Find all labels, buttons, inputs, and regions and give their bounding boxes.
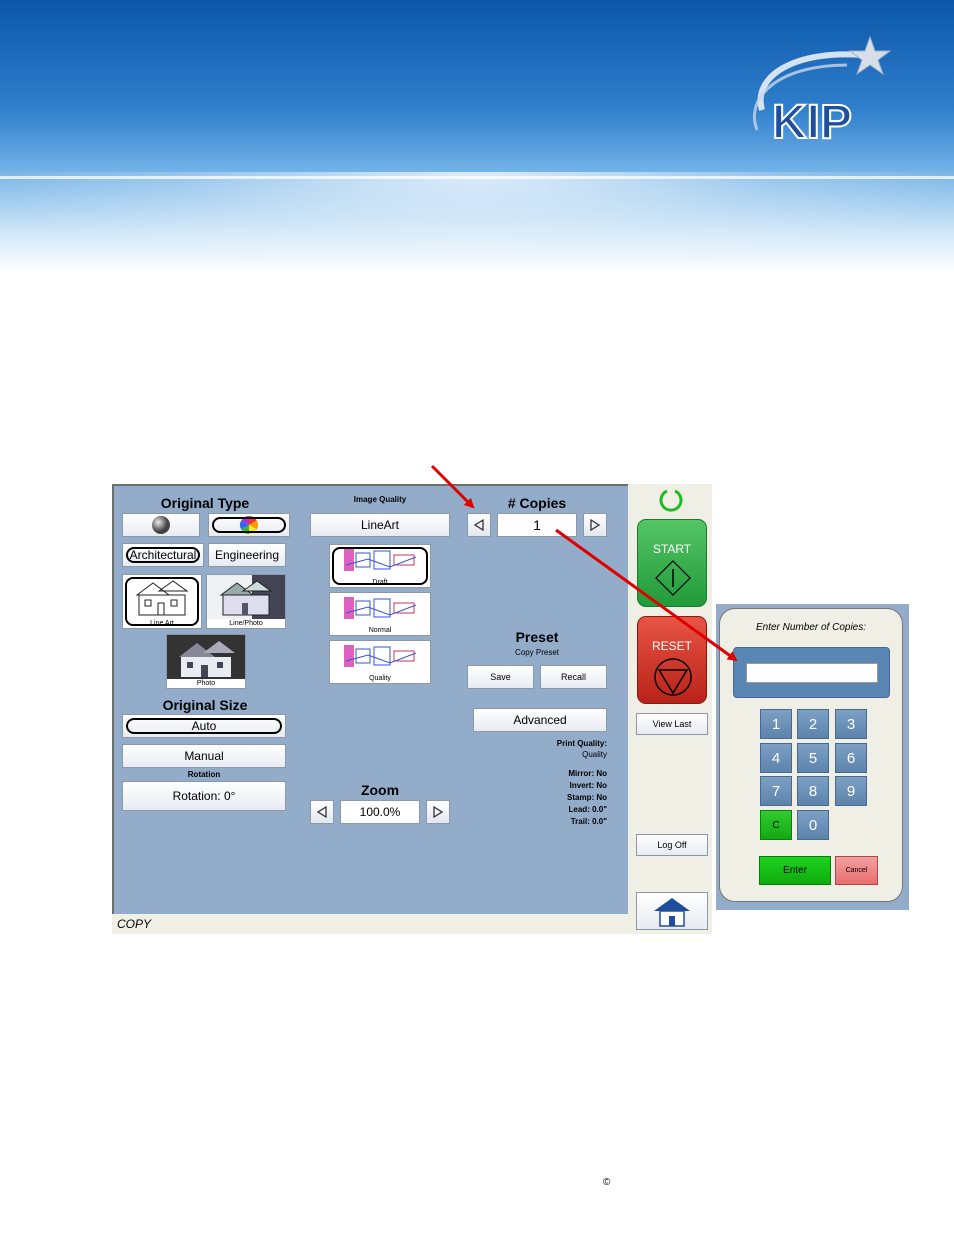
control-column: START RESET View Last Log Off xyxy=(628,484,712,934)
key-7[interactable]: 7 xyxy=(760,776,792,806)
line-art-thumb[interactable]: Line Art xyxy=(122,574,202,629)
numpad-cancel-button[interactable]: Cancel xyxy=(835,856,878,885)
image-quality-mode-button[interactable]: LineArt xyxy=(310,513,450,537)
grayscale-icon xyxy=(152,516,170,534)
log-off-button[interactable]: Log Off xyxy=(636,834,708,856)
copies-heading: # Copies xyxy=(507,495,567,511)
zoom-value[interactable]: 100.0% xyxy=(340,800,420,824)
quality-thumb[interactable]: Quality xyxy=(329,640,431,684)
photo-thumb[interactable]: Photo xyxy=(166,634,246,689)
copy-screen: Original Type Architectural Engineering … xyxy=(112,484,632,920)
print-quality-label: Print Quality: xyxy=(556,739,607,748)
advanced-button[interactable]: Advanced xyxy=(473,708,607,732)
auto-size-button[interactable]: Auto xyxy=(122,714,286,738)
key-9[interactable]: 9 xyxy=(835,776,867,806)
color-button[interactable] xyxy=(208,513,290,537)
home-icon xyxy=(654,898,690,927)
manual-size-button[interactable]: Manual xyxy=(122,744,286,768)
key-3[interactable]: 3 xyxy=(835,709,867,739)
draft-label: Draft xyxy=(372,579,388,586)
line-photo-label: Line/Photo xyxy=(229,620,263,627)
home-button[interactable] xyxy=(636,892,708,930)
normal-label: Normal xyxy=(368,627,392,634)
line-art-label: Line Art xyxy=(150,620,174,627)
copies-value[interactable]: 1 xyxy=(497,513,577,537)
banner-divider xyxy=(0,176,954,179)
settings-summary: Print Quality: Quality Mirror: No Invert… xyxy=(514,739,607,829)
reset-label: RESET xyxy=(651,639,692,653)
original-size-heading: Original Size xyxy=(162,697,248,713)
quality-drawing-icon xyxy=(344,645,417,667)
lead-setting: Lead: 0.0" xyxy=(568,805,607,814)
rotation-caption: Rotation xyxy=(187,770,221,779)
architectural-button[interactable]: Architectural xyxy=(122,543,204,567)
banner-glow xyxy=(0,172,954,272)
arrow-left-icon xyxy=(316,806,327,818)
stamp-setting: Stamp: No xyxy=(567,793,607,802)
invert-setting: Invert: No xyxy=(569,781,607,790)
status-mode-label: COPY xyxy=(117,917,152,931)
ready-indicator-icon xyxy=(659,489,683,512)
original-type-heading: Original Type xyxy=(160,495,250,511)
svg-text:KIP: KIP xyxy=(772,96,852,149)
normal-drawing-icon xyxy=(344,597,417,619)
copies-decrease-button[interactable] xyxy=(467,513,491,537)
arrow-right-icon xyxy=(433,806,444,818)
reset-button[interactable]: RESET xyxy=(637,616,707,704)
house-lineart-icon xyxy=(135,580,189,616)
draft-drawing-icon xyxy=(344,549,417,571)
preset-save-button[interactable]: Save xyxy=(467,665,534,689)
key-6[interactable]: 6 xyxy=(835,743,867,773)
draft-quality-thumb[interactable]: Draft xyxy=(329,544,431,588)
key-5[interactable]: 5 xyxy=(797,743,829,773)
status-bar: COPY xyxy=(112,914,630,934)
house-photo-icon xyxy=(167,635,245,679)
start-diamond-icon xyxy=(655,560,691,596)
copies-entry-input[interactable] xyxy=(746,663,878,683)
preset-heading: Preset xyxy=(515,629,559,645)
color-wheel-icon xyxy=(239,516,259,534)
key-8[interactable]: 8 xyxy=(797,776,829,806)
key-1[interactable]: 1 xyxy=(760,709,792,739)
key-4[interactable]: 4 xyxy=(760,743,792,773)
arrow-left-icon xyxy=(473,519,484,531)
numpad-enter-button[interactable]: Enter xyxy=(759,856,831,885)
preset-recall-button[interactable]: Recall xyxy=(540,665,607,689)
zoom-increase-button[interactable] xyxy=(426,800,450,824)
numpad-title: Enter Number of Copies: xyxy=(755,622,867,633)
start-button[interactable]: START xyxy=(637,519,707,607)
line-photo-thumb[interactable]: Line/Photo xyxy=(206,574,286,629)
start-label: START xyxy=(652,542,692,556)
quality-label: Quality xyxy=(369,675,391,682)
house-linephoto-icon xyxy=(207,575,285,619)
engineering-button[interactable]: Engineering xyxy=(208,543,286,567)
kip-logo: KIP xyxy=(753,35,892,150)
key-clear[interactable]: C xyxy=(760,810,792,840)
copy-preset-caption: Copy Preset xyxy=(514,648,560,657)
arrow-right-icon xyxy=(590,519,601,531)
mirror-setting: Mirror: No xyxy=(568,769,607,778)
key-2[interactable]: 2 xyxy=(797,709,829,739)
grayscale-button[interactable] xyxy=(122,513,200,537)
print-quality-value: Quality xyxy=(582,750,607,759)
copies-increase-button[interactable] xyxy=(583,513,607,537)
view-last-button[interactable]: View Last xyxy=(636,713,708,735)
image-quality-heading: Image Quality xyxy=(353,495,407,504)
rotation-button[interactable]: Rotation: 0° xyxy=(122,781,286,811)
zoom-heading: Zoom xyxy=(360,782,400,798)
photo-label: Photo xyxy=(196,680,216,687)
key-0[interactable]: 0 xyxy=(797,810,829,840)
trail-setting: Trail: 0.0" xyxy=(570,817,607,826)
reset-stop-icon xyxy=(654,658,692,696)
normal-quality-thumb[interactable]: Normal xyxy=(329,592,431,636)
copyright-symbol: © xyxy=(603,1177,611,1188)
zoom-decrease-button[interactable] xyxy=(310,800,334,824)
header-banner: KIP xyxy=(0,0,954,272)
